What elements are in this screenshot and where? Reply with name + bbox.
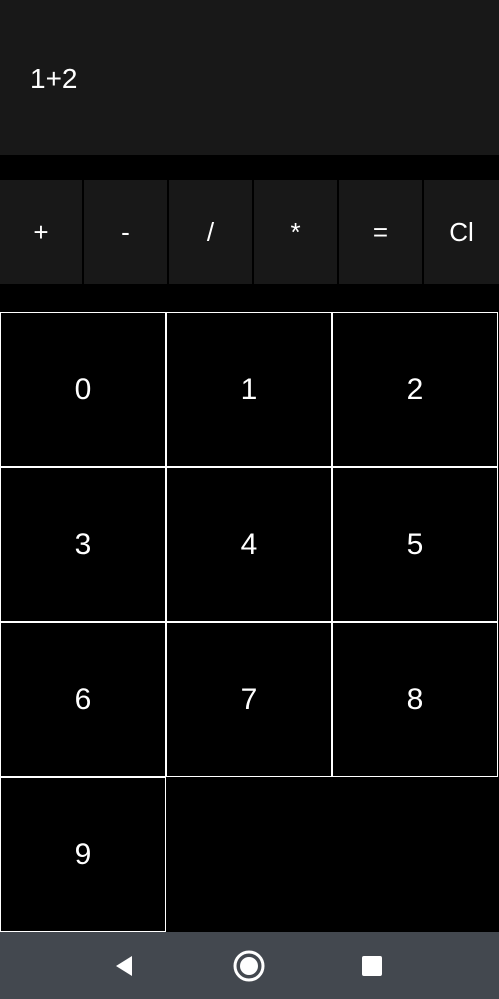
- system-navigation-bar: [0, 932, 499, 999]
- digit-9-button[interactable]: 9: [0, 777, 166, 932]
- plus-button[interactable]: +: [0, 180, 84, 284]
- expression-text: 1+2: [30, 63, 78, 94]
- digit-7-button[interactable]: 7: [166, 622, 332, 777]
- recents-button[interactable]: [332, 932, 412, 999]
- equals-button[interactable]: =: [339, 180, 424, 284]
- digit-3-button[interactable]: 3: [0, 467, 166, 622]
- digit-8-button[interactable]: 8: [332, 622, 498, 777]
- clear-button[interactable]: Cl: [424, 180, 499, 284]
- digit-5-button[interactable]: 5: [332, 467, 498, 622]
- digit-0-button[interactable]: 0: [0, 312, 166, 467]
- recents-square-icon: [362, 955, 382, 976]
- multiply-button[interactable]: *: [254, 180, 339, 284]
- back-triangle-icon: [116, 955, 132, 976]
- digit-2-button[interactable]: 2: [332, 312, 498, 467]
- digit-4-button[interactable]: 4: [166, 467, 332, 622]
- expression-display: 1+2: [0, 0, 499, 155]
- operator-row: + - / * = Cl: [0, 180, 499, 284]
- minus-button[interactable]: -: [84, 180, 169, 284]
- back-button[interactable]: [84, 932, 164, 999]
- divide-button[interactable]: /: [169, 180, 254, 284]
- home-button[interactable]: [209, 932, 289, 999]
- digit-6-button[interactable]: 6: [0, 622, 166, 777]
- home-circle-icon: [233, 950, 265, 981]
- digit-1-button[interactable]: 1: [166, 312, 332, 467]
